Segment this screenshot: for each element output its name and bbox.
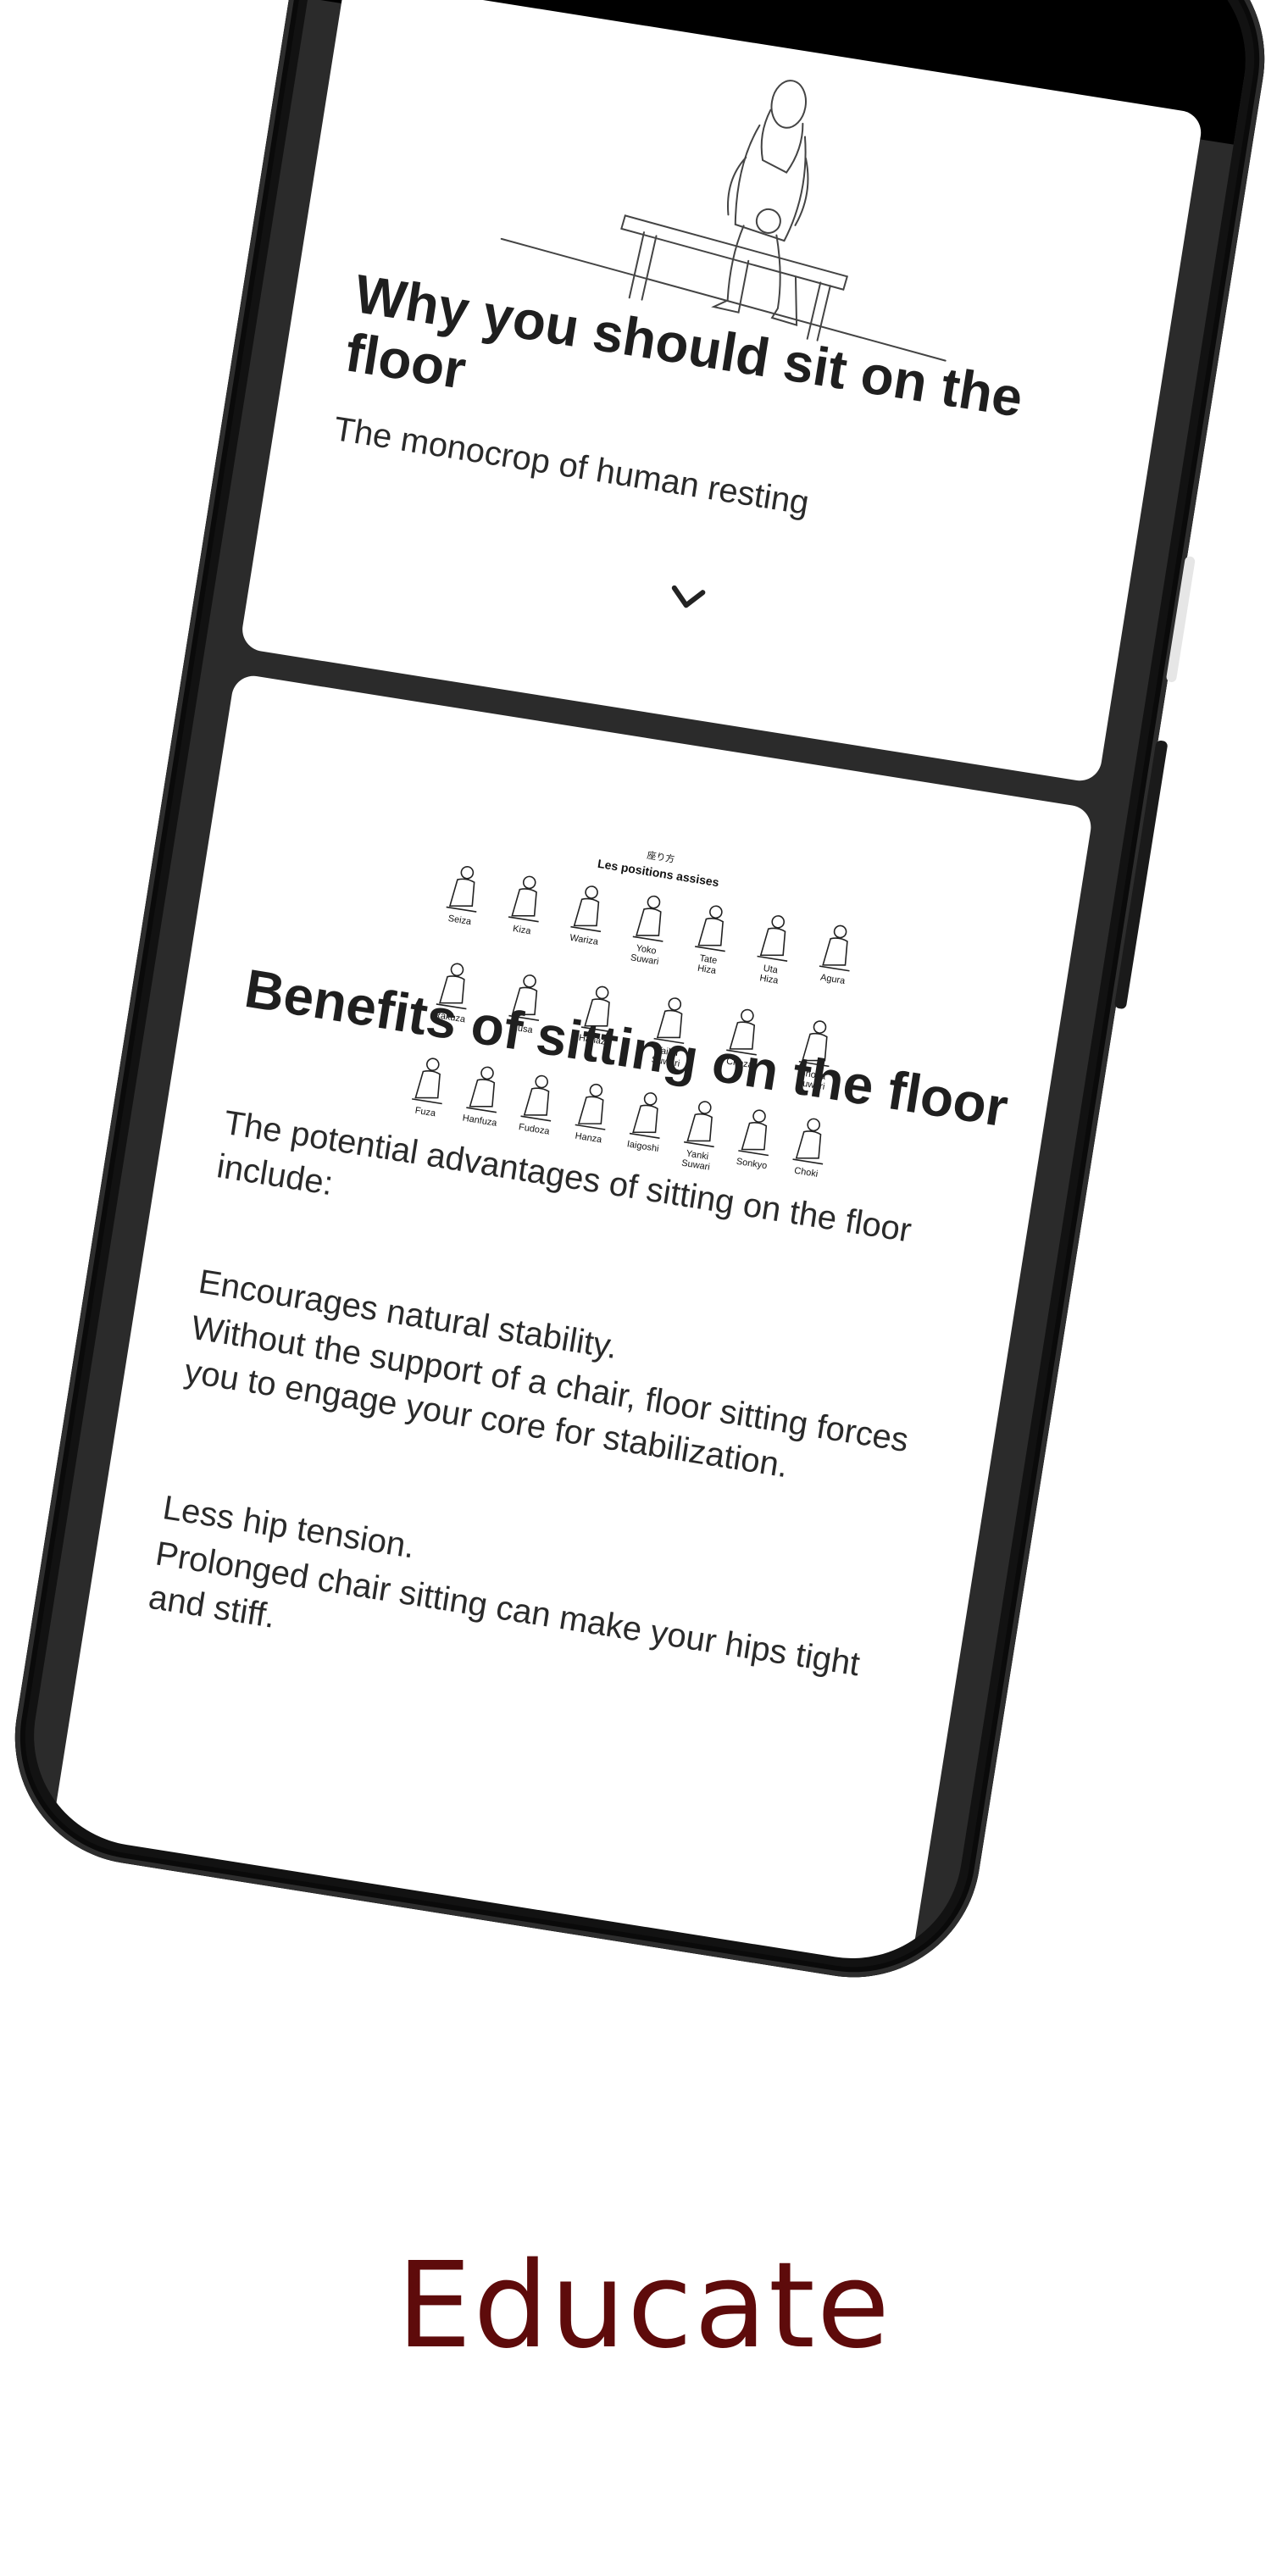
position-figure	[412, 1058, 442, 1105]
position-label: Agura	[819, 973, 847, 987]
position-figure	[757, 915, 788, 962]
position-figure	[629, 1092, 660, 1139]
article-card[interactable]: Why you should sit on the floor The mono…	[239, 0, 1204, 784]
position-label: Choki	[793, 1166, 819, 1180]
position-label: Fudoza	[518, 1122, 551, 1137]
position-label: Wariza	[569, 933, 600, 947]
article-card[interactable]: 座り方 Les positions assises Seiza Kiza Wariz…	[47, 673, 1095, 1974]
position-figure	[446, 865, 477, 913]
position-label: Seiza	[447, 913, 473, 927]
position-label: Hanfuza	[462, 1113, 498, 1129]
position-label: Kiza	[512, 924, 532, 936]
position-figure	[466, 1066, 497, 1113]
position-figure	[684, 1101, 714, 1148]
position-figure	[575, 1083, 606, 1130]
phone-frame: Why you should sit on the floor The mono…	[0, 0, 1283, 1996]
chart-heading-jp: 座り方	[647, 849, 676, 865]
position-figure	[819, 924, 850, 972]
position-figure	[508, 875, 539, 923]
device-mockup: Why you should sit on the floor The mono…	[0, 0, 1288, 2576]
position-label: Iaigoshi	[626, 1139, 659, 1154]
position-figure	[520, 1074, 552, 1122]
position-label: Sonkyo	[736, 1157, 768, 1172]
position-figure	[695, 905, 725, 952]
caption-heading: Educate	[397, 2237, 891, 2375]
position-figure	[570, 886, 602, 933]
app-screen: Why you should sit on the floor The mono…	[18, 0, 1262, 1974]
position-label: Fuza	[414, 1106, 437, 1119]
position-label: Hanza	[575, 1131, 603, 1146]
position-figure	[632, 895, 663, 942]
position-label: Hiza	[697, 963, 717, 976]
chevron-down-icon[interactable]	[663, 579, 711, 619]
position-label: Hiza	[759, 973, 780, 985]
position-figure	[738, 1109, 769, 1157]
position-figure	[792, 1118, 824, 1165]
